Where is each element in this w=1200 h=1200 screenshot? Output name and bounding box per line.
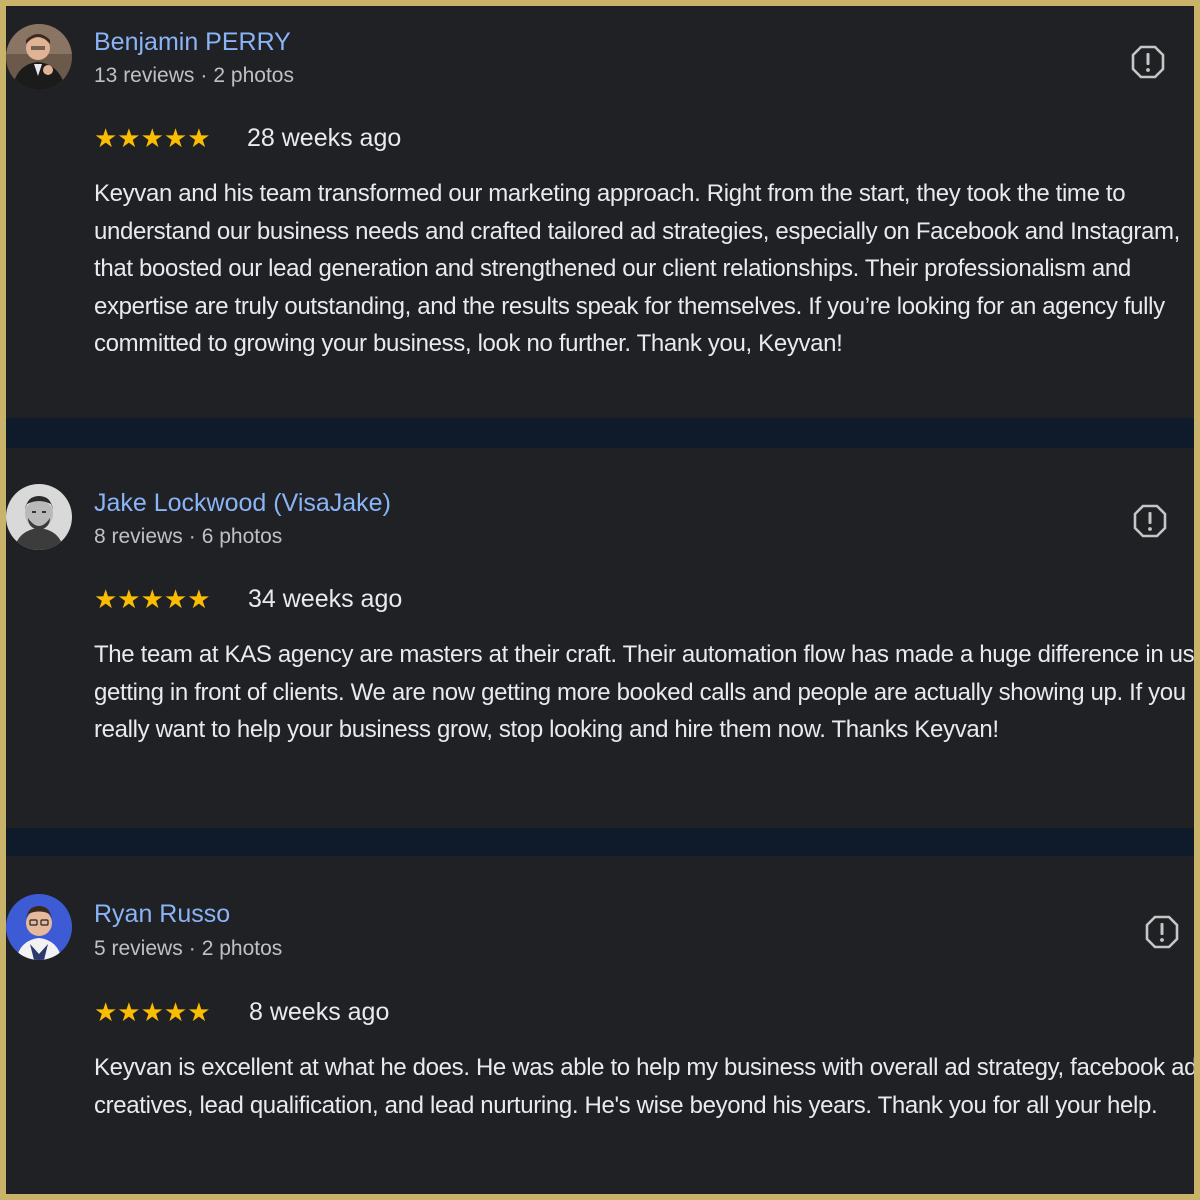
reviews-frame: Benjamin PERRY 13 reviews · 2 photos ★★★★★…	[6, 6, 1194, 1194]
star-rating: ★★★★★	[94, 123, 211, 153]
star-rating: ★★★★★	[94, 997, 211, 1027]
review-text: Keyvan is excellent at what he does. He …	[94, 1054, 1194, 1119]
photos-count: 6 photos	[201, 525, 283, 548]
reviewer-meta: 13 reviews · 2 photos	[94, 64, 294, 88]
reviewer-name[interactable]: Jake Lockwood (VisaJake)	[94, 489, 391, 518]
review-card: Benjamin PERRY 13 reviews · 2 photos ★★★★★…	[6, 6, 1194, 418]
meta-separator: ·	[188, 937, 196, 960]
review-text: The team at KAS agency are masters at th…	[94, 641, 1194, 743]
star-rating: ★★★★★	[94, 584, 211, 614]
reviewer-name[interactable]: Benjamin PERRY	[94, 28, 291, 57]
person-photo-icon	[6, 894, 72, 960]
report-flag-icon[interactable]	[1133, 504, 1167, 538]
reviewer-avatar[interactable]	[6, 24, 72, 90]
review-time: 28 weeks ago	[247, 124, 402, 152]
person-photo-icon	[6, 24, 72, 90]
reviewer-avatar[interactable]	[6, 894, 72, 960]
review-time: 8 weeks ago	[249, 998, 390, 1026]
meta-separator: ·	[200, 64, 208, 87]
reviews-count: 13 reviews	[94, 64, 195, 87]
review-card: Ryan Russo 5 reviews · 2 photos ★★★★★ 8 we…	[6, 856, 1194, 1194]
review-card: Jake Lockwood (VisaJake) 8 reviews · 6 pho…	[6, 448, 1194, 828]
reviewer-meta: 5 reviews · 2 photos	[94, 937, 282, 961]
person-photo-icon	[6, 484, 72, 550]
photos-count: 2 photos	[201, 937, 283, 960]
report-flag-icon[interactable]	[1145, 915, 1179, 949]
report-flag-icon[interactable]	[1131, 45, 1165, 79]
review-text: Keyvan and his team transformed our mark…	[94, 180, 1180, 357]
reviewer-meta: 8 reviews · 6 photos	[94, 525, 282, 549]
photos-count: 2 photos	[213, 64, 294, 87]
reviews-count: 5 reviews	[94, 937, 183, 960]
reviewer-avatar[interactable]	[6, 484, 72, 550]
reviews-count: 8 reviews	[94, 525, 183, 548]
meta-separator: ·	[188, 525, 196, 548]
reviewer-name[interactable]: Ryan Russo	[94, 900, 230, 929]
review-time: 34 weeks ago	[248, 585, 403, 613]
